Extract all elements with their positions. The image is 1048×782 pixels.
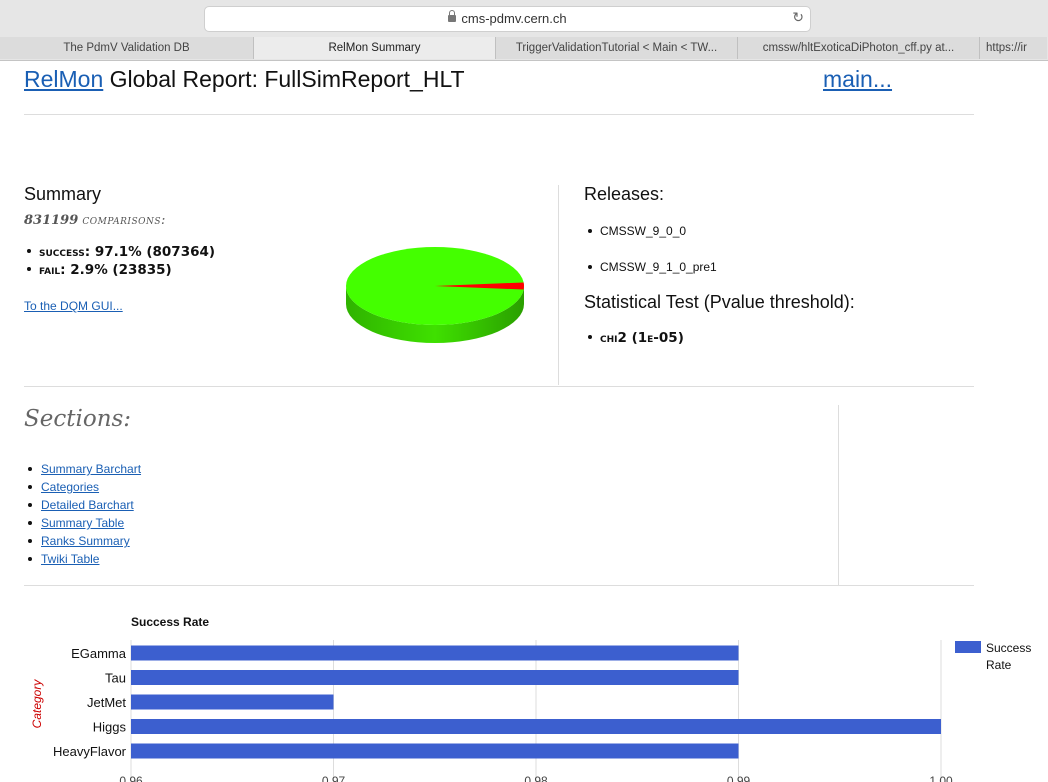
bullet (28, 503, 32, 507)
fail-item: fail: 2.9% (23835) (27, 262, 172, 278)
reload-icon[interactable]: ↻ (792, 9, 804, 26)
tab-https[interactable]: https://ir (979, 37, 1047, 59)
comparisons-label: comparisons: (82, 213, 166, 228)
list-item: Summary Table (28, 514, 141, 532)
success-item: success: 97.1% (807364) (27, 244, 215, 260)
bullet (27, 267, 31, 271)
list-item: Twiki Table (28, 550, 141, 568)
tab-pdmv-validation-db[interactable]: The PdmV Validation DB (0, 37, 253, 59)
stat-test-value: (1e-05) (626, 330, 684, 346)
bar (131, 743, 739, 759)
bullet (588, 265, 592, 269)
section-link-detailed-barchart[interactable]: Detailed Barchart (41, 498, 134, 512)
bullet (27, 249, 31, 253)
y-axis-label: Category (30, 679, 44, 729)
address-bar[interactable]: cms-pdmv.cern.ch ↻ (204, 6, 811, 32)
category-label: JetMet (87, 695, 126, 710)
legend-label: Rate (986, 658, 1012, 672)
page-title: RelMon Global Report: FullSimReport_HLT (24, 66, 465, 93)
category-label: Tau (105, 671, 126, 686)
bar (131, 694, 334, 710)
section-link-ranks-summary[interactable]: Ranks Summary (41, 534, 130, 548)
lock-icon (448, 10, 457, 22)
fail-label: fail: (39, 262, 66, 278)
divider (24, 114, 974, 115)
divider (24, 585, 974, 586)
list-item: Summary Barchart (28, 460, 141, 478)
bullet (28, 539, 32, 543)
x-tick-label: 0.99 (727, 774, 751, 782)
stat-test-name: chi2 (600, 330, 627, 346)
tab-trigger-validation-tutorial[interactable]: TriggerValidationTutorial < Main < TW... (495, 37, 737, 59)
bullet (28, 485, 32, 489)
list-item: Categories (28, 478, 141, 496)
releases-heading: Releases: (584, 184, 665, 204)
bullet (588, 229, 592, 233)
relmon-link[interactable]: RelMon (24, 66, 103, 92)
x-tick-label: 0.98 (524, 774, 548, 782)
section-link-twiki-table[interactable]: Twiki Table (41, 552, 99, 566)
page-content: RelMon Global Report: FullSimReport_HLT … (0, 60, 1048, 782)
tab-cmssw-hlt-exotica[interactable]: cmssw/hltExoticaDiPhoton_cff.py at... (737, 37, 979, 59)
tab-bar: The PdmV Validation DB RelMon Summary Tr… (0, 37, 1048, 59)
bar (131, 670, 739, 685)
fail-value: 2.9% (23835) (70, 262, 172, 278)
comparisons-count: 831199 comparisons: (24, 213, 166, 228)
section-link-summary-barchart[interactable]: Summary Barchart (41, 462, 141, 476)
release-item: CMSSW_9_1_0_pre1 (588, 260, 717, 274)
stat-test-heading: Statistical Test (Pvalue threshold): (584, 292, 855, 312)
section-link-categories[interactable]: Categories (41, 480, 99, 494)
summary-heading: Summary (24, 184, 102, 204)
browser-chrome: cms-pdmv.cern.ch ↻ The PdmV Validation D… (0, 0, 1048, 61)
url-display[interactable]: cms-pdmv.cern.ch (205, 10, 810, 26)
category-label: Higgs (93, 720, 127, 735)
success-value: 97.1% (807364) (94, 244, 216, 260)
sections-list: Summary Barchart Categories Detailed Bar… (28, 460, 141, 568)
divider (24, 386, 974, 387)
release-name: CMSSW_9_0_0 (600, 224, 687, 238)
bullet (588, 335, 592, 339)
main-link[interactable]: main... (823, 66, 892, 93)
success-rate-bar-chart: 0.96 0.97 0.98 0.99 1.00 Success Rate Category… (30, 615, 1031, 782)
bar (131, 645, 739, 661)
success-label: success: (39, 244, 91, 260)
legend-label: Success (986, 641, 1031, 655)
summary-pie-chart (346, 247, 524, 343)
sections-heading: Sections: (24, 406, 132, 432)
bar (131, 719, 941, 734)
divider (558, 185, 559, 385)
x-tick-label: 0.96 (119, 774, 143, 782)
comparisons-number: 831199 (24, 213, 79, 228)
divider (838, 405, 839, 585)
x-tick-label: 0.97 (322, 774, 346, 782)
release-item: CMSSW_9_0_0 (588, 224, 686, 238)
category-label: EGamma (71, 646, 127, 661)
stat-test-item: chi2 (1e-05) (588, 330, 684, 346)
release-name: CMSSW_9_1_0_pre1 (600, 260, 717, 274)
tab-relmon-summary[interactable]: RelMon Summary (253, 37, 495, 59)
list-item: Ranks Summary (28, 532, 141, 550)
page-title-text: Global Report: FullSimReport_HLT (103, 66, 465, 92)
dqm-gui-link[interactable]: To the DQM GUI... (24, 299, 123, 313)
section-link-summary-table[interactable]: Summary Table (41, 516, 124, 530)
list-item: Detailed Barchart (28, 496, 141, 514)
url-text: cms-pdmv.cern.ch (461, 11, 567, 26)
chart-title: Success Rate (131, 615, 209, 629)
x-tick-label: 1.00 (929, 774, 953, 782)
bullet (28, 467, 32, 471)
category-label: HeavyFlavor (53, 744, 127, 759)
bullet (28, 521, 32, 525)
legend-swatch (955, 641, 981, 653)
bullet (28, 557, 32, 561)
